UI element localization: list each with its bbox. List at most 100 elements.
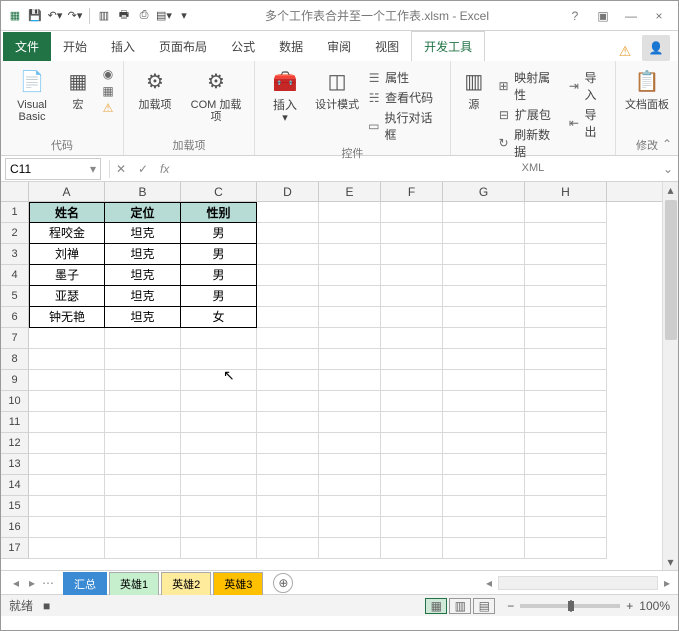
cell[interactable] [257,391,319,412]
row-header[interactable]: 2 [1,223,29,244]
cell[interactable] [319,412,381,433]
row-header[interactable]: 12 [1,433,29,454]
cell[interactable] [29,454,105,475]
select-all-corner[interactable] [1,182,29,202]
cell[interactable] [525,475,607,496]
redo-icon[interactable]: ↷▾ [67,8,83,24]
macro-record-icon[interactable]: ■ [43,599,50,613]
cell[interactable]: 姓名 [29,202,105,223]
cell[interactable] [181,454,257,475]
cell[interactable] [443,265,525,286]
map-properties-button[interactable]: ⊞映射属性 [497,69,559,103]
row-header[interactable]: 5 [1,286,29,307]
cell[interactable]: 男 [181,286,257,307]
help-button[interactable]: ? [564,9,586,23]
cell[interactable] [257,454,319,475]
cell[interactable] [29,349,105,370]
scroll-thumb[interactable] [665,200,677,340]
row-header[interactable]: 9 [1,370,29,391]
cell[interactable] [319,517,381,538]
cell[interactable] [257,370,319,391]
cell[interactable] [319,265,381,286]
minimize-button[interactable]: — [620,9,642,23]
cell[interactable] [525,328,607,349]
tab-insert[interactable]: 插入 [99,32,147,61]
cell[interactable] [381,223,443,244]
properties-button[interactable]: ☰属性 [367,69,442,86]
cell[interactable] [443,517,525,538]
cell[interactable] [443,412,525,433]
sheet-nav-last-icon[interactable]: ▸ [25,576,39,590]
sheet-nav-menu-icon[interactable]: ⋯ [41,576,55,590]
name-box[interactable]: C11 ▾ [5,158,101,180]
xml-source-button[interactable]: ▥ 源 [459,65,489,111]
cell[interactable] [257,475,319,496]
cell[interactable] [443,475,525,496]
cell[interactable]: 坦克 [105,223,181,244]
col-header[interactable]: A [29,182,105,201]
sheet-tab-hero2[interactable]: 英雄2 [161,572,211,595]
cell[interactable] [525,202,607,223]
zoom-value[interactable]: 100% [639,599,670,613]
row-header[interactable]: 13 [1,454,29,475]
cell[interactable] [525,349,607,370]
col-header[interactable]: G [443,182,525,201]
cell[interactable]: 刘禅 [29,244,105,265]
cell[interactable] [381,328,443,349]
cell[interactable] [443,244,525,265]
sheet-tab-hero1[interactable]: 英雄1 [109,572,159,595]
cell[interactable] [257,202,319,223]
cell[interactable] [105,454,181,475]
cell[interactable] [181,349,257,370]
cell[interactable] [29,370,105,391]
cell[interactable] [381,286,443,307]
cell[interactable] [29,328,105,349]
cell[interactable] [105,433,181,454]
refresh-data-button[interactable]: ↻刷新数据 [497,126,559,160]
cell[interactable] [257,286,319,307]
cell[interactable] [257,265,319,286]
view-page-layout-icon[interactable]: ▥ [449,598,471,614]
cell[interactable] [181,412,257,433]
cell[interactable] [105,328,181,349]
cell[interactable]: 墨子 [29,265,105,286]
new-sheet-button[interactable]: ⊕ [273,573,293,593]
tab-formulas[interactable]: 公式 [219,32,267,61]
qat-icon-3[interactable]: ⎙ [136,8,152,24]
zoom-out-button[interactable]: − [507,599,514,613]
cell[interactable] [319,370,381,391]
cell[interactable] [29,475,105,496]
cell[interactable] [257,223,319,244]
insert-control-button[interactable]: 🧰 插入▾ [263,65,307,124]
collapse-ribbon-icon[interactable]: ⌃ [662,137,672,151]
col-header[interactable]: E [319,182,381,201]
scroll-down-icon[interactable]: ▾ [663,554,678,570]
cell[interactable] [525,433,607,454]
cell[interactable] [181,433,257,454]
row-header[interactable]: 7 [1,328,29,349]
zoom-slider[interactable] [520,604,620,608]
row-header[interactable]: 1 [1,202,29,223]
col-header[interactable]: C [181,182,257,201]
sheet-nav-first-icon[interactable]: ◂ [9,576,23,590]
cell[interactable] [443,328,525,349]
view-code-button[interactable]: ☵查看代码 [367,89,442,106]
cell[interactable] [181,328,257,349]
cell[interactable]: 男 [181,265,257,286]
cell[interactable] [443,286,525,307]
undo-icon[interactable]: ↶▾ [47,8,63,24]
row-header[interactable]: 4 [1,265,29,286]
col-header[interactable]: F [381,182,443,201]
cell[interactable] [105,475,181,496]
hscroll-left-icon[interactable]: ◂ [482,576,496,590]
cell[interactable] [257,496,319,517]
cell[interactable] [381,307,443,328]
row-header[interactable]: 3 [1,244,29,265]
hscroll-right-icon[interactable]: ▸ [660,576,674,590]
cell[interactable] [257,433,319,454]
cell[interactable] [381,496,443,517]
scroll-up-icon[interactable]: ▴ [663,182,678,198]
view-normal-icon[interactable]: ▦ [425,598,447,614]
cell[interactable] [257,538,319,559]
com-addins-button[interactable]: ⚙ COM 加载项 [186,65,246,123]
